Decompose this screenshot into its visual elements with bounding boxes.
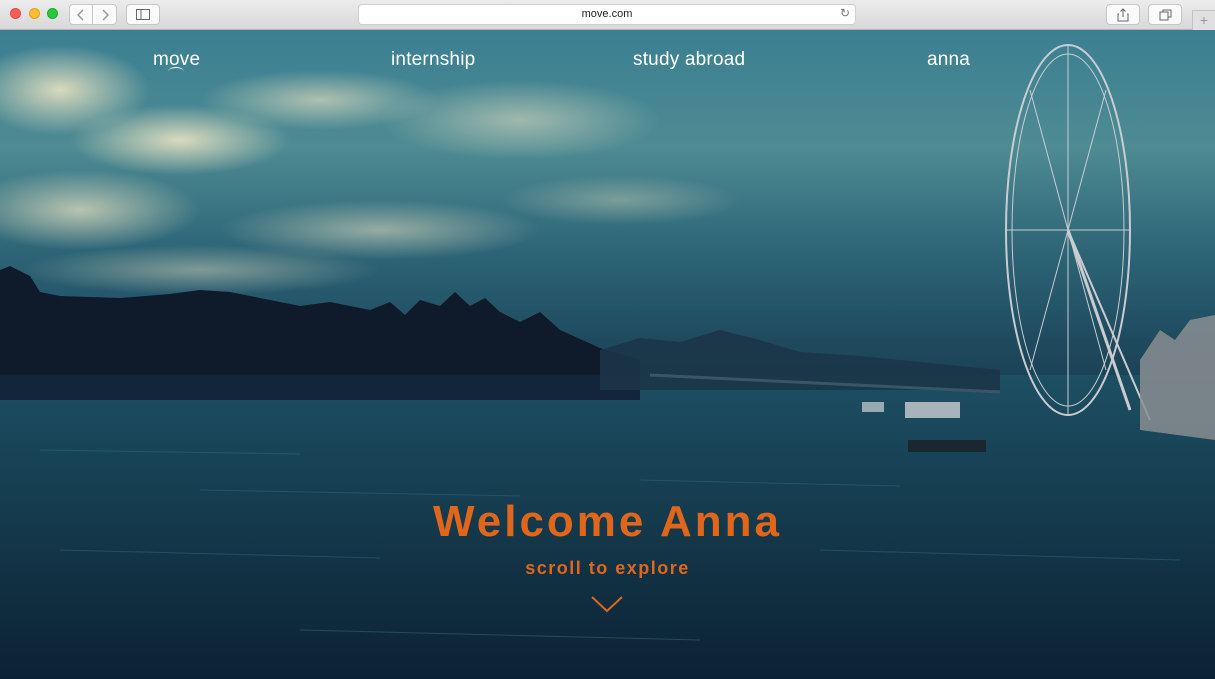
back-arrow-icon — [77, 8, 84, 21]
sidebar-icon — [136, 9, 150, 20]
welcome-heading: Welcome Anna — [433, 497, 782, 546]
address-url: move.com — [581, 8, 633, 20]
close-window-icon[interactable] — [10, 8, 21, 19]
show-tabs-button[interactable] — [1148, 4, 1182, 25]
browser-window: move.com ↻ + move internship study abroa… — [0, 0, 1215, 679]
back-button[interactable] — [69, 4, 93, 25]
share-icon — [1117, 7, 1129, 21]
sidebar-button[interactable] — [126, 4, 160, 25]
nav-item-study-abroad[interactable]: study abroad — [633, 49, 745, 71]
hero-background-image — [0, 44, 1215, 679]
zoom-window-icon[interactable] — [47, 8, 58, 19]
nav-item-anna[interactable]: anna — [927, 49, 970, 71]
share-button[interactable] — [1106, 4, 1140, 25]
reload-icon[interactable]: ↻ — [840, 6, 850, 20]
nav-item-internship[interactable]: internship — [391, 49, 475, 71]
forward-button[interactable] — [93, 4, 117, 25]
hero-section: move internship study abroad anna Welcom… — [0, 30, 1215, 679]
browser-toolbar: move.com ↻ + — [0, 0, 1215, 30]
new-tab-icon[interactable]: + — [1192, 10, 1215, 30]
chevron-down-icon[interactable] — [590, 594, 624, 614]
main-nav: move internship study abroad anna — [0, 30, 1215, 90]
scroll-to-explore-text: scroll to explore — [525, 558, 690, 578]
address-bar[interactable]: move.com ↻ — [358, 4, 856, 25]
minimize-window-icon[interactable] — [29, 8, 40, 19]
tabs-icon — [1159, 9, 1171, 20]
forward-arrow-icon — [101, 8, 109, 21]
logo-smile-icon — [168, 67, 184, 76]
